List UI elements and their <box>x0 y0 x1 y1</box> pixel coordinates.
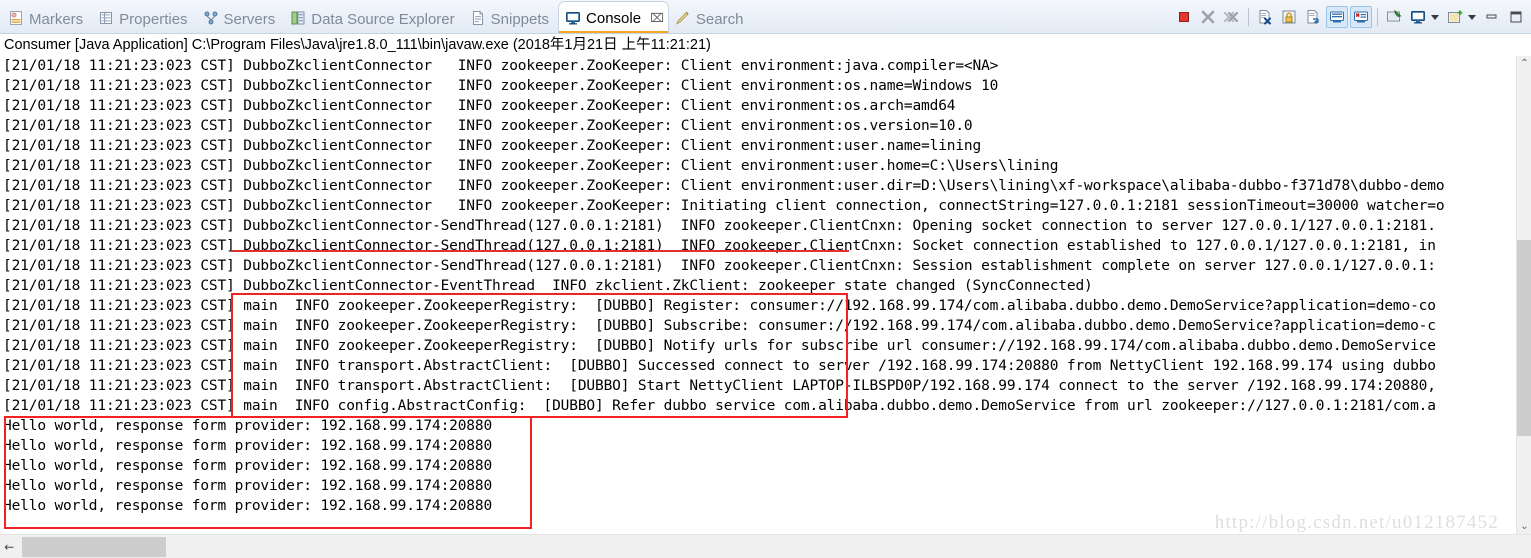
pin-console-button[interactable] <box>1383 6 1405 28</box>
data-source-explorer-icon <box>290 10 306 26</box>
tab-data-source-explorer-label: Data Source Explorer <box>311 10 455 28</box>
log-line: [21/01/18 11:21:23:023 CST] DubboZkclien… <box>3 238 1436 254</box>
eclipse-console-view: Markers Properties Servers Data Source E… <box>0 0 1531 558</box>
remove-launch-button[interactable] <box>1197 6 1219 28</box>
scroll-down-icon[interactable]: ⌄ <box>1517 519 1531 534</box>
tab-properties[interactable]: Properties <box>92 4 196 32</box>
tab-console-label: Console <box>586 10 642 27</box>
horizontal-scrollbar-thumb[interactable] <box>22 537 166 557</box>
horizontal-scrollbar[interactable]: ↖ <box>0 534 1531 558</box>
log-line: [21/01/18 11:21:23:023 CST] main INFO zo… <box>3 298 1436 314</box>
search-icon <box>675 10 691 26</box>
tab-search[interactable]: Search <box>669 4 753 32</box>
log-line: [21/01/18 11:21:23:023 CST] DubboZkclien… <box>3 178 1445 194</box>
open-console-button[interactable] <box>1444 6 1466 28</box>
log-line: [21/01/18 11:21:23:023 CST] DubboZkclien… <box>3 258 1436 274</box>
tab-properties-label: Properties <box>119 10 188 28</box>
display-selected-console-button[interactable] <box>1407 6 1429 28</box>
vertical-scrollbar[interactable]: ⌃ ⌄ <box>1516 56 1531 534</box>
log-line: [21/01/18 11:21:23:023 CST] DubboZkclien… <box>3 158 1059 174</box>
console-launch-title: Consumer [Java Application] C:\Program F… <box>0 34 1531 56</box>
tab-markers[interactable]: Markers <box>2 4 92 32</box>
log-line: [21/01/18 11:21:23:023 CST] main INFO tr… <box>3 378 1436 394</box>
tab-markers-label: Markers <box>29 10 84 28</box>
scroll-up-icon[interactable]: ⌃ <box>1517 56 1531 71</box>
log-line: Hello world, response form provider: 192… <box>3 438 493 454</box>
chevron-down-icon-open-console[interactable] <box>1468 14 1476 20</box>
toolbar-separator-2 <box>1377 8 1378 26</box>
markers-icon <box>8 10 24 26</box>
log-line: [21/01/18 11:21:23:023 CST] main INFO zo… <box>3 338 1436 354</box>
tab-console[interactable]: Console ⌧ <box>558 1 669 33</box>
tab-snippets-label: Snippets <box>490 10 550 28</box>
servers-icon <box>203 10 219 26</box>
log-line: [21/01/18 11:21:23:023 CST] DubboZkclien… <box>3 78 999 94</box>
tab-search-label: Search <box>695 10 744 28</box>
log-line: [21/01/18 11:21:23:023 CST] DubboZkclien… <box>3 98 956 114</box>
view-tab-bar: Markers Properties Servers Data Source E… <box>0 0 1531 34</box>
clear-console-button[interactable] <box>1254 6 1276 28</box>
tab-servers[interactable]: Servers <box>197 4 285 32</box>
tab-list: Markers Properties Servers Data Source E… <box>0 0 752 33</box>
log-line: [21/01/18 11:21:23:023 CST] DubboZkclien… <box>3 278 1093 294</box>
log-line: [21/01/18 11:21:23:023 CST] main INFO co… <box>3 398 1436 414</box>
log-line: [21/01/18 11:21:23:023 CST] DubboZkclien… <box>3 118 973 134</box>
maximize-button[interactable] <box>1505 6 1527 28</box>
log-line: Hello world, response form provider: 192… <box>3 478 493 494</box>
tab-servers-label: Servers <box>223 10 276 28</box>
console-output[interactable]: [21/01/18 11:21:23:023 CST] DubboZkclien… <box>0 56 1516 534</box>
vertical-scrollbar-thumb[interactable] <box>1517 240 1531 436</box>
tab-snippets[interactable]: Snippets <box>464 4 558 32</box>
show-console-on-error-button[interactable] <box>1350 6 1372 28</box>
log-line: [21/01/18 11:21:23:023 CST] main INFO tr… <box>3 358 1436 374</box>
scroll-left-icon[interactable]: ↖ <box>1 538 18 555</box>
log-line: [21/01/18 11:21:23:023 CST] DubboZkclien… <box>3 138 982 154</box>
console-icon <box>565 10 581 26</box>
terminate-button[interactable] <box>1173 6 1195 28</box>
remove-all-terminated-button[interactable] <box>1221 6 1243 28</box>
log-line: Hello world, response form provider: 192… <box>3 418 493 434</box>
log-line: [21/01/18 11:21:23:023 CST] main INFO zo… <box>3 318 1436 334</box>
highlight-underline-eventthread <box>231 250 849 252</box>
log-line: Hello world, response form provider: 192… <box>3 498 493 514</box>
properties-icon <box>98 10 114 26</box>
console-toolbar <box>1173 3 1527 31</box>
log-line: [21/01/18 11:21:23:023 CST] DubboZkclien… <box>3 58 999 74</box>
close-icon[interactable]: ⌧ <box>650 12 664 24</box>
log-line: [21/01/18 11:21:23:023 CST] DubboZkclien… <box>3 218 1436 234</box>
show-console-on-output-button[interactable] <box>1326 6 1348 28</box>
minimize-button[interactable] <box>1481 6 1503 28</box>
tab-data-source-explorer[interactable]: Data Source Explorer <box>284 4 463 32</box>
log-line: Hello world, response form provider: 192… <box>3 458 493 474</box>
log-line: [21/01/18 11:21:23:023 CST] DubboZkclien… <box>3 198 1445 214</box>
toolbar-separator <box>1248 8 1249 26</box>
chevron-down-icon-display-console[interactable] <box>1431 14 1439 20</box>
scroll-lock-button[interactable] <box>1278 6 1300 28</box>
snippets-icon <box>470 10 486 26</box>
word-wrap-button[interactable] <box>1302 6 1324 28</box>
